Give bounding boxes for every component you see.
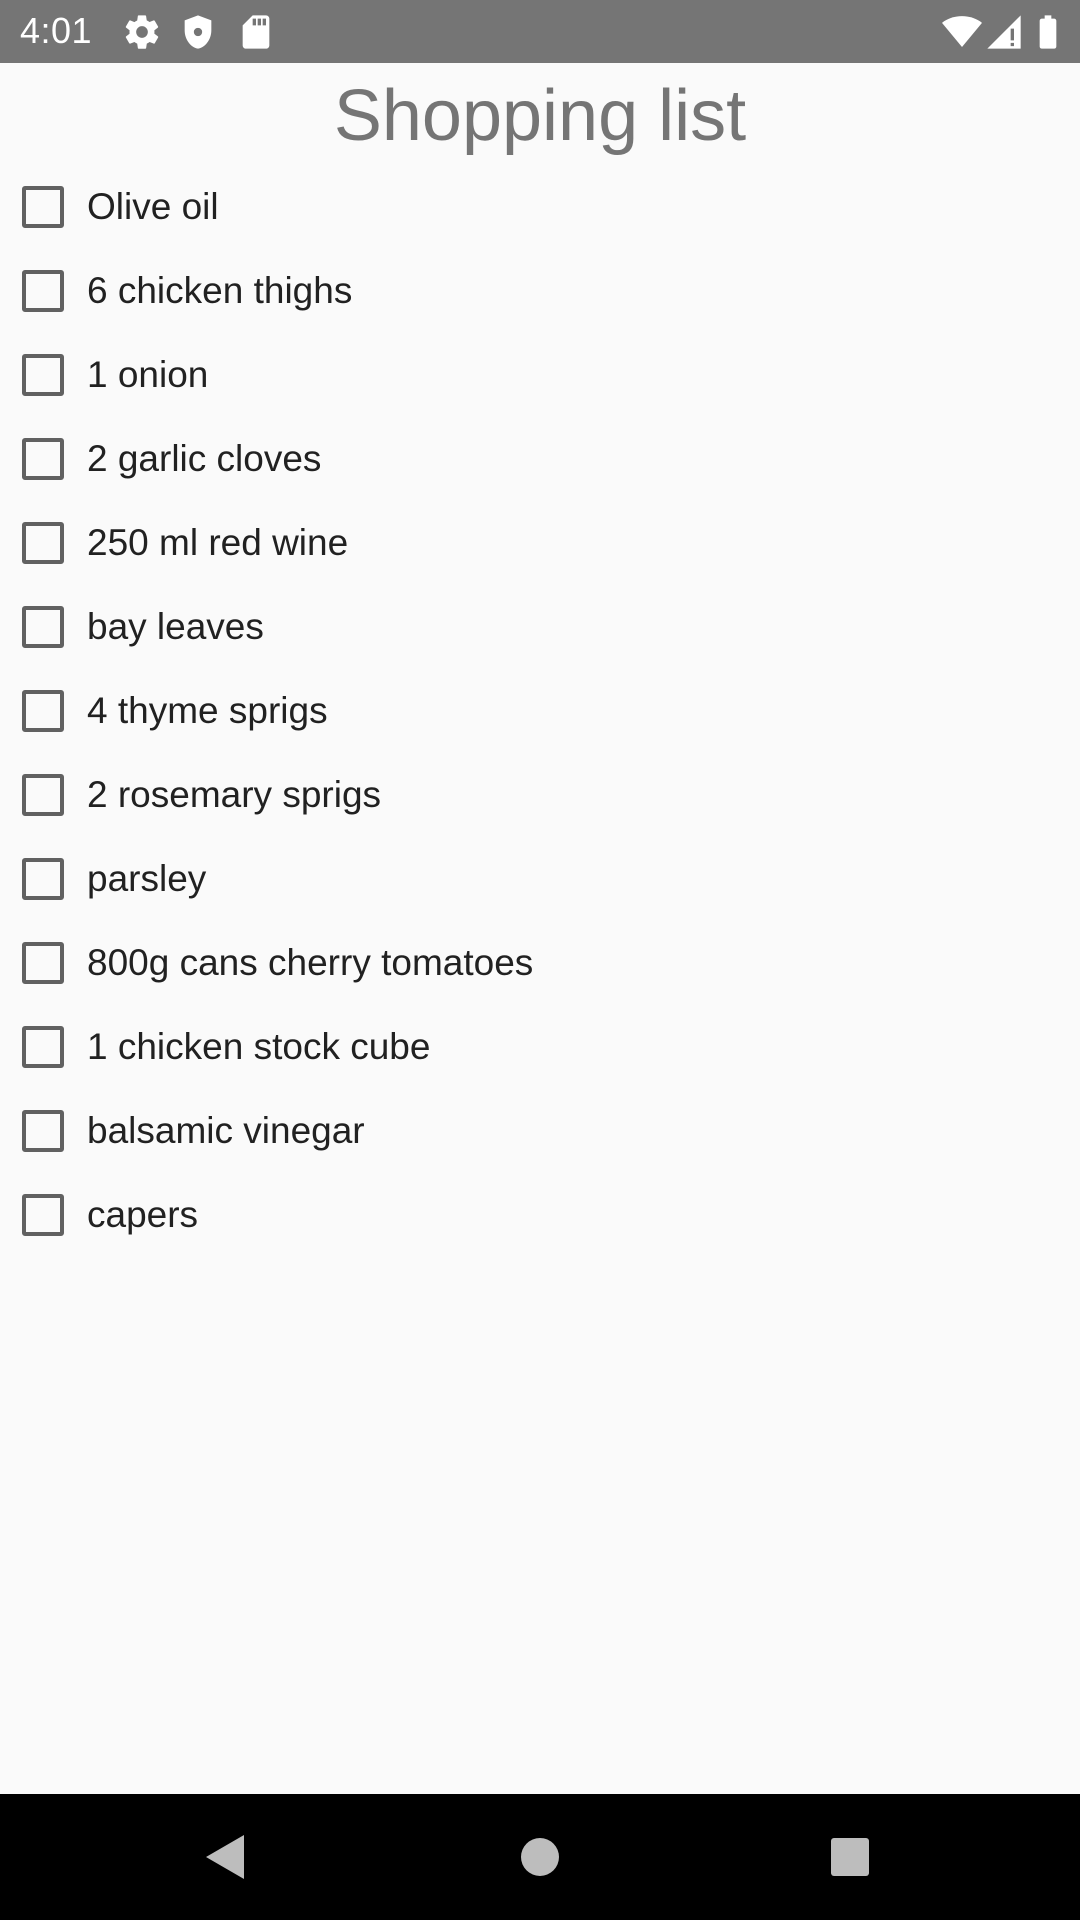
list-item[interactable]: Olive oil (0, 168, 1080, 252)
item-label: parsley (87, 858, 207, 899)
item-label: Olive oil (87, 186, 219, 227)
signal-icon (984, 12, 1024, 52)
checkbox[interactable] (22, 186, 64, 228)
checkbox[interactable] (22, 1110, 64, 1152)
item-label: bay leaves (87, 606, 264, 647)
list-item[interactable]: balsamic vinegar (0, 1092, 1080, 1176)
checkbox[interactable] (22, 690, 64, 732)
page-title: Shopping list (333, 76, 747, 156)
checkbox[interactable] (22, 774, 64, 816)
shield-icon (178, 12, 218, 52)
checkbox[interactable] (22, 942, 64, 984)
status-bar: 4:01 (0, 0, 1080, 63)
shopping-list: Olive oil 6 chicken thighs 1 onion 2 gar… (0, 168, 1080, 1260)
checkbox[interactable] (22, 1194, 64, 1236)
item-label: capers (87, 1194, 199, 1235)
item-label: 4 thyme sprigs (87, 690, 328, 731)
list-item[interactable]: 2 garlic cloves (0, 420, 1080, 504)
list-item[interactable]: 1 onion (0, 336, 1080, 420)
item-label: 250 ml red wine (87, 522, 349, 563)
checkbox[interactable] (22, 438, 64, 480)
status-time: 4:01 (20, 10, 93, 51)
gear-icon (122, 12, 162, 52)
checkbox[interactable] (22, 522, 64, 564)
list-item[interactable]: 250 ml red wine (0, 504, 1080, 588)
list-item[interactable]: bay leaves (0, 588, 1080, 672)
recents-icon[interactable] (820, 1827, 880, 1887)
checkbox[interactable] (22, 270, 64, 312)
item-label: 800g cans cherry tomatoes (87, 942, 534, 983)
sd-card-icon (236, 12, 276, 52)
item-label: 1 chicken stock cube (87, 1026, 431, 1067)
list-item[interactable]: 800g cans cherry tomatoes (0, 924, 1080, 1008)
item-label: 6 chicken thighs (87, 270, 353, 311)
list-item[interactable]: 4 thyme sprigs (0, 672, 1080, 756)
list-item[interactable]: 1 chicken stock cube (0, 1008, 1080, 1092)
checkbox[interactable] (22, 858, 64, 900)
item-label: 1 onion (87, 354, 209, 395)
navigation-bar (0, 1794, 1080, 1920)
home-icon[interactable] (510, 1827, 570, 1887)
wifi-icon (942, 12, 982, 52)
checkbox[interactable] (22, 1026, 64, 1068)
checkbox[interactable] (22, 606, 64, 648)
item-label: balsamic vinegar (87, 1110, 365, 1151)
list-item[interactable]: parsley (0, 840, 1080, 924)
item-label: 2 rosemary sprigs (87, 774, 382, 815)
list-item[interactable]: 6 chicken thighs (0, 252, 1080, 336)
list-item[interactable]: 2 rosemary sprigs (0, 756, 1080, 840)
battery-icon (1028, 12, 1068, 52)
checkbox[interactable] (22, 354, 64, 396)
list-item[interactable]: capers (0, 1176, 1080, 1260)
back-icon[interactable] (196, 1827, 256, 1887)
item-label: 2 garlic cloves (87, 438, 322, 479)
